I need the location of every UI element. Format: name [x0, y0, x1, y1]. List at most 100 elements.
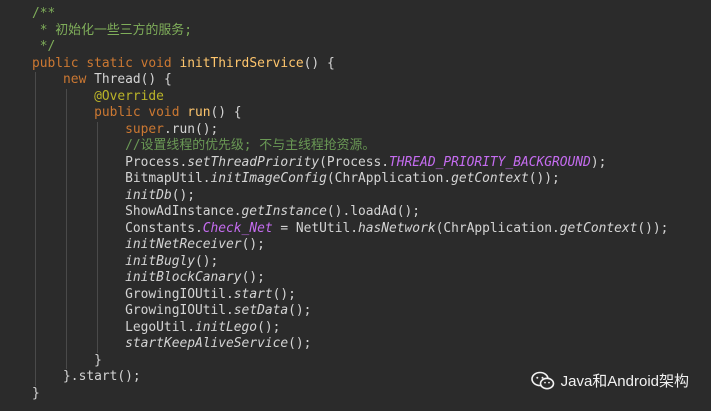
- code-token: ());: [528, 171, 560, 186]
- indent-guide: [66, 336, 68, 353]
- indent-guide: [97, 319, 99, 336]
- indent-guide: [66, 319, 68, 336]
- indent-guide: [35, 88, 36, 105]
- code-token: new: [32, 72, 95, 87]
- code-line[interactable]: GrowingIOUtil.start();: [0, 286, 668, 303]
- code-token: initImageConfig: [210, 171, 327, 186]
- code-token: //设置线程的优先级; 不与主线程抢资源。: [32, 138, 376, 153]
- code-line[interactable]: ShowAdInstance.getInstance().loadAd();: [0, 204, 668, 221]
- indent-guide: [35, 154, 36, 171]
- code-token: ();: [241, 270, 265, 285]
- indent-guide: [97, 303, 99, 320]
- indent-guide: [35, 369, 36, 386]
- indent-guide: [35, 220, 36, 237]
- indent-guide: [66, 270, 68, 287]
- indent-guide: [35, 72, 36, 89]
- code-token: () {: [303, 55, 335, 71]
- code-token: GrowingIOUtil.: [32, 303, 234, 318]
- code-token: getContext: [559, 220, 638, 236]
- indent-guide: [97, 171, 99, 188]
- indent-guide: [35, 121, 36, 138]
- code-token: public void: [32, 105, 188, 120]
- code-line[interactable]: initBlockCanary();: [0, 270, 668, 287]
- code-token: Process.: [32, 154, 188, 170]
- indent-guide: [66, 220, 68, 237]
- code-line[interactable]: initNetReceiver();: [0, 237, 668, 254]
- indent-guide: [35, 336, 36, 353]
- watermark: Java和Android架构: [530, 370, 689, 391]
- code-token: ();: [272, 286, 296, 302]
- code-token: (ChrApplication.: [435, 220, 560, 236]
- code-line[interactable]: super.run();: [0, 121, 668, 138]
- watermark-text: Java和Android架构: [560, 373, 689, 390]
- code-token: start: [233, 286, 273, 302]
- code-line[interactable]: startKeepAliveService();: [0, 336, 668, 353]
- code-line[interactable]: @Override: [0, 88, 668, 105]
- indent-guide: [97, 138, 99, 155]
- indent-guide: [35, 204, 36, 221]
- indent-guide: [66, 303, 68, 320]
- code-token: ();: [171, 187, 196, 203]
- indent-guide: [66, 171, 68, 188]
- code-token: hasNetwork: [357, 220, 436, 236]
- code-line[interactable]: public void run() {: [0, 105, 668, 122]
- indent-guide: [97, 121, 99, 138]
- code-line[interactable]: /**: [0, 6, 668, 23]
- indent-guide: [97, 187, 99, 204]
- indent-guide: [66, 88, 68, 105]
- code-token: ();: [195, 253, 219, 269]
- code-token: Check_Net: [202, 220, 273, 236]
- indent-guide: [97, 286, 99, 303]
- indent-guide: [66, 204, 68, 221]
- code-token: ();: [241, 237, 265, 252]
- code-line[interactable]: initBugly();: [0, 253, 668, 270]
- code-token: initDb: [125, 187, 172, 203]
- indent-guide: [35, 319, 36, 336]
- indent-guide: [66, 138, 68, 155]
- code-token: ();: [288, 336, 312, 351]
- code-token: (ChrApplication.: [326, 171, 452, 186]
- indent-guide: [66, 105, 68, 122]
- indent-guide: [97, 336, 99, 353]
- indent-guide: [66, 187, 68, 204]
- code-line[interactable]: GrowingIOUtil.setData();: [0, 303, 668, 320]
- code-token: }.start();: [32, 369, 141, 384]
- code-line[interactable]: public static void initThirdService() {: [0, 56, 668, 73]
- indent-guide: [35, 105, 36, 122]
- code-line[interactable]: }: [0, 352, 668, 369]
- code-block[interactable]: /** * 初始化一些三方的服务; */ public static void i…: [0, 6, 668, 402]
- indent-guide: [66, 154, 68, 171]
- indent-guide: [97, 154, 99, 171]
- indent-guide: [66, 253, 68, 270]
- code-line[interactable]: initDb();: [0, 187, 668, 204]
- code-token: ShowAdInstance.: [32, 204, 242, 219]
- indent-guide: [97, 204, 99, 221]
- code-token: getInstance: [241, 204, 327, 219]
- code-token: run: [187, 105, 211, 120]
- indent-guide: [35, 187, 36, 204]
- code-line[interactable]: new Thread() {: [0, 72, 668, 89]
- code-line[interactable]: Process.setThreadPriority(Process.THREAD…: [0, 154, 668, 171]
- indent-guide: [35, 352, 36, 369]
- code-line[interactable]: Constants.Check_Net = NetUtil.hasNetwork…: [0, 220, 668, 237]
- indent-guide: [66, 121, 68, 138]
- code-token: }: [32, 385, 40, 401]
- indent-guide: [35, 138, 36, 155]
- code-token: = NetUtil.: [272, 220, 358, 236]
- code-token: getContext: [451, 171, 529, 186]
- code-token: Thread() {: [94, 72, 172, 87]
- code-line[interactable]: BitmapUtil.initImageConfig(ChrApplicatio…: [0, 171, 668, 188]
- code-editor[interactable]: /** * 初始化一些三方的服务; */ public static void i…: [0, 0, 711, 411]
- code-line[interactable]: */: [0, 39, 668, 56]
- code-token: setData: [233, 303, 289, 318]
- code-line[interactable]: //设置线程的优先级; 不与主线程抢资源。: [0, 138, 668, 155]
- indent-guide: [97, 220, 99, 237]
- indent-guide: [66, 352, 68, 369]
- code-line[interactable]: * 初始化一些三方的服务;: [0, 23, 668, 40]
- code-line[interactable]: LegoUtil.initLego();: [0, 319, 668, 336]
- code-token: initNetReceiver: [125, 237, 242, 252]
- code-token: */: [32, 39, 56, 54]
